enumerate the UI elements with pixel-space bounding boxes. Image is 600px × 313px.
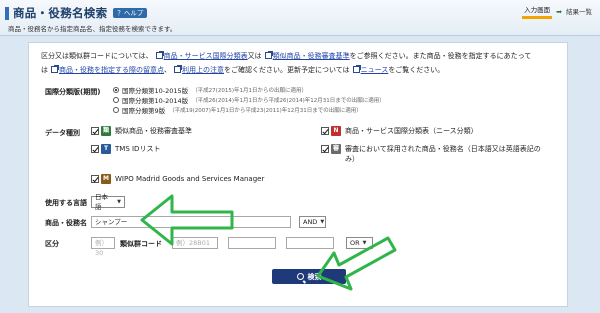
checkbox[interactable] [321,145,329,153]
checkbox[interactable] [91,127,99,135]
radio-button[interactable] [113,97,119,103]
title-accent-bar [5,6,9,20]
language-select[interactable]: 日本語 ▼ [91,193,125,211]
page-header: 商品・役務名検索 ？ヘルプ 商品・役務名から指定商品名、指定役務を検索できます。… [0,0,600,36]
operator-select-value: AND [303,218,318,226]
tms-badge-icon: T [101,144,111,154]
title-group: 商品・役務名検索 ？ヘルプ [5,5,148,21]
step-input-screen: 入力画面 [522,4,553,19]
intro-text-part: をご覧ください。 [388,66,445,74]
page-title: 商品・役務名検索 [13,6,108,20]
class-label: 区分 [45,240,59,248]
data-type-similar-goods[interactable]: 類 類似商品・役務審査基準 [91,126,192,136]
data-type-examination-adopted[interactable]: 審 審査において採用された商品・役務名（日本語又は英語表記のみ） [321,144,547,164]
edition-option-note: （平成27(2015)年1月1日からの出願に適用） [192,88,307,94]
language-select-value: 日本語 [95,193,108,211]
intro-text-part: 区分又は類似群コードについては、 [41,52,153,60]
link-international-classification[interactable]: 商品・サービス国際分類表 [164,52,248,60]
class-input[interactable]: 例）30 [91,237,115,257]
edition-option-label: 国際分類第9版 [122,107,166,115]
edition-option-label: 国際分類第10-2015版 [122,87,189,95]
intro-text-part: 、 [164,66,171,74]
external-link-icon [264,51,273,59]
data-type-label-text: WIPO Madrid Goods and Services Manager [115,175,265,183]
edition-option-10-2015[interactable]: 国際分類第10-2015版 （平成27(2015)年1月1日からの出願に適用） [113,85,385,95]
checkbox[interactable] [321,127,329,135]
data-type-wipo-madrid[interactable]: M WIPO Madrid Goods and Services Manager [91,174,264,184]
intro-text-part: は [41,66,48,74]
edition-option-label: 国際分類第10-2014版 [122,97,189,105]
chevron-down-icon: ▼ [117,199,121,205]
search-button[interactable]: 検索 [272,269,346,284]
data-type-label-text: 類似商品・役務審査基準 [115,127,192,135]
data-type-label-text: 商品・サービス国際分類表（ニース分類） [345,127,478,135]
examination-badge-icon: 審 [331,144,341,154]
data-type-label-text: TMS IDリスト [115,145,161,153]
code-operator-select[interactable]: OR ▼ [346,237,373,249]
nice-badge-icon: N [331,126,341,136]
edition-radio-group: 国際分類第10-2015版 （平成27(2015)年1月1日からの出願に適用） … [113,85,385,115]
code-input-2[interactable] [228,237,276,249]
product-name-input[interactable]: シャンプー [91,216,291,228]
radio-button[interactable] [113,107,119,113]
edition-option-9[interactable]: 国際分類第9版 （平成19(2007)年1月1日から平成23(2011)年12月… [113,105,385,115]
link-news[interactable]: ニュース [361,66,389,74]
data-type-label: データ種別 [45,129,80,137]
arrow-right-icon: ➡ [556,7,562,16]
product-name-label: 商品・役務名 [45,219,87,227]
radio-button[interactable] [113,87,119,93]
edition-option-note: （平成19(2007)年1月1日から平成23(2011)年12月31日までの出願… [169,108,362,114]
edition-option-note: （平成26(2014)年1月1日から平成26(2014)年12月31日までの出願… [192,98,385,104]
intro-text-part: をご参照ください。また商品・役務を指定するにあたって [349,52,532,60]
checkbox[interactable] [91,175,99,183]
link-designation-notes[interactable]: 商品・役務を指定する際の留意点 [59,66,164,74]
chevron-down-icon: ▼ [362,240,367,246]
data-type-nice-classification[interactable]: N 商品・サービス国際分類表（ニース分類） [321,126,478,136]
data-type-label-text: 審査において採用された商品・役務名（日本語又は英語表記のみ） [345,145,541,163]
external-link-icon [155,51,164,59]
page-subtitle: 商品・役務名から指定商品名、指定役務を検索できます。 [8,25,177,33]
code-input-1[interactable]: 例）28B01 [172,237,218,249]
help-button[interactable]: ？ヘルプ [113,8,148,18]
checkbox[interactable] [91,145,99,153]
similar-goods-badge-icon: 類 [101,126,111,136]
wipo-badge-icon: M [101,174,111,184]
link-usage-notes[interactable]: 利用上の注意 [182,66,224,74]
step-result-list: 結果一覧 [566,7,592,16]
edition-label: 国際分類版(期間) [45,88,101,96]
search-form-panel: 区分又は類似群コードについては、 商品・サービス国際分類表又は 類似商品・役務審査基… [28,42,568,307]
intro-text-part: 又は [247,52,262,60]
external-link-icon [51,65,59,73]
chevron-down-icon: ▼ [320,219,325,225]
external-link-icon [174,65,182,73]
code-label: 類似群コード [120,240,162,248]
operator-select[interactable]: AND ▼ [299,216,326,228]
data-type-tms-id[interactable]: T TMS IDリスト [91,144,160,154]
code-operator-select-value: OR [350,239,360,247]
edition-option-10-2014[interactable]: 国際分類第10-2014版 （平成26(2014)年1月1日から平成26(201… [113,95,385,105]
magnifier-icon [296,273,304,280]
intro-text: 区分又は類似群コードについては、 商品・サービス国際分類表又は 類似商品・役務審査基… [41,49,553,77]
code-input-3[interactable] [286,237,334,249]
intro-text-part: をご確認ください。更新予定については [224,66,350,74]
language-label: 使用する言語 [45,199,87,207]
link-similar-goods-standard[interactable]: 類似商品・役務審査基準 [273,52,350,60]
step-navigation: 入力画面 ➡ 結果一覧 [522,4,592,19]
search-button-label: 検索 [307,272,322,281]
external-link-icon [352,65,361,73]
